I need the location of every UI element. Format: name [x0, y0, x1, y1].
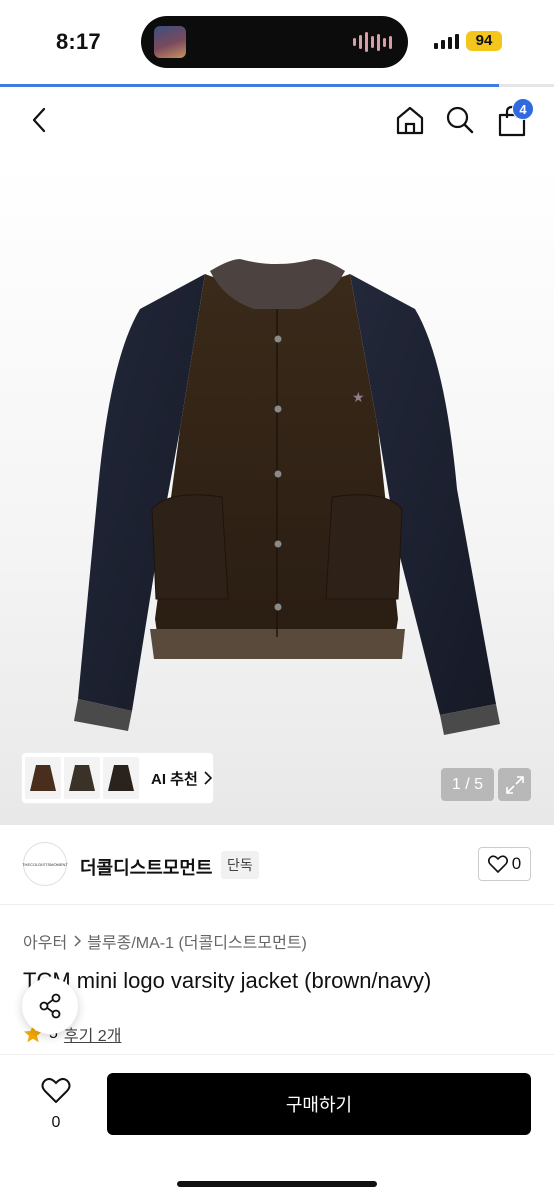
wishlist-count: 0 — [51, 1114, 61, 1131]
brand-row: THECOLDISTSMOMENT 더콜디스트모먼트 단독 0 — [0, 825, 554, 905]
image-page-indicator: 1 / 5 — [441, 768, 494, 801]
thumbnail-3[interactable] — [103, 757, 139, 799]
share-button[interactable] — [22, 978, 78, 1034]
top-nav: 4 — [0, 87, 554, 159]
brand-like-count: 0 — [511, 854, 522, 873]
expand-image-button[interactable] — [498, 768, 531, 801]
thumbnail-2[interactable] — [64, 757, 100, 799]
home-icon — [396, 106, 424, 135]
share-icon — [39, 993, 61, 1019]
heart-icon — [41, 1077, 71, 1104]
jacket-thumbnail-icon — [108, 765, 134, 791]
thumbnail-strip: AI 추천 — [22, 753, 213, 803]
back-button[interactable] — [20, 100, 60, 140]
breadcrumb: 아우터 블루종/MA-1 (더콜디스트모먼트) — [23, 929, 307, 953]
chevron-right-icon — [204, 771, 212, 785]
dynamic-island[interactable] — [141, 16, 408, 68]
review-count-link[interactable]: 후기 2개 — [64, 1022, 122, 1046]
breadcrumb-subcategory[interactable]: 블루종/MA-1 (더콜디스트모먼트) — [87, 929, 307, 953]
svg-text:★: ★ — [352, 390, 365, 406]
brand-like-button[interactable]: 0 — [478, 847, 531, 881]
now-playing-artwork — [154, 26, 186, 58]
search-button[interactable] — [440, 100, 480, 140]
jacket-thumbnail-icon — [69, 765, 95, 791]
cart-button[interactable]: 4 — [492, 98, 534, 141]
search-icon — [446, 106, 474, 134]
heart-icon — [487, 855, 508, 873]
exclusive-badge: 단독 — [221, 851, 259, 879]
product-title: TCM mini logo varsity jacket (brown/navy… — [23, 968, 432, 993]
status-bar: 8:17 94 — [0, 0, 554, 84]
thumbnail-1[interactable] — [25, 757, 61, 799]
bottom-action-bar: 0 구매하기 — [0, 1055, 554, 1200]
status-time: 8:17 — [56, 29, 101, 54]
ai-recommend-label: AI 추천 — [151, 770, 198, 788]
jacket-image: ★ — [74, 259, 500, 735]
battery-indicator: 94 — [466, 31, 502, 51]
home-button[interactable] — [390, 100, 430, 140]
breadcrumb-category[interactable]: 아우터 — [23, 929, 67, 953]
home-indicator — [177, 1181, 377, 1187]
chevron-left-icon — [32, 107, 46, 133]
chevron-right-icon — [74, 935, 82, 947]
product-image-gallery[interactable]: ★ — [0, 159, 554, 825]
buy-button[interactable]: 구매하기 — [107, 1073, 531, 1135]
ai-recommend-link[interactable]: AI 추천 — [151, 768, 212, 789]
cart-count-badge: 4 — [512, 98, 534, 120]
wishlist-button[interactable]: 0 — [36, 1077, 76, 1132]
cellular-signal-icon — [434, 34, 459, 49]
brand-logo-text: THECOLDISTSMOMENT — [22, 861, 68, 867]
audio-wave-icon — [353, 32, 392, 52]
expand-icon — [505, 775, 524, 794]
jacket-thumbnail-icon — [30, 765, 56, 791]
brand-name[interactable]: 더콜디스트모먼트 — [80, 854, 212, 880]
brand-logo[interactable]: THECOLDISTSMOMENT — [22, 842, 68, 886]
